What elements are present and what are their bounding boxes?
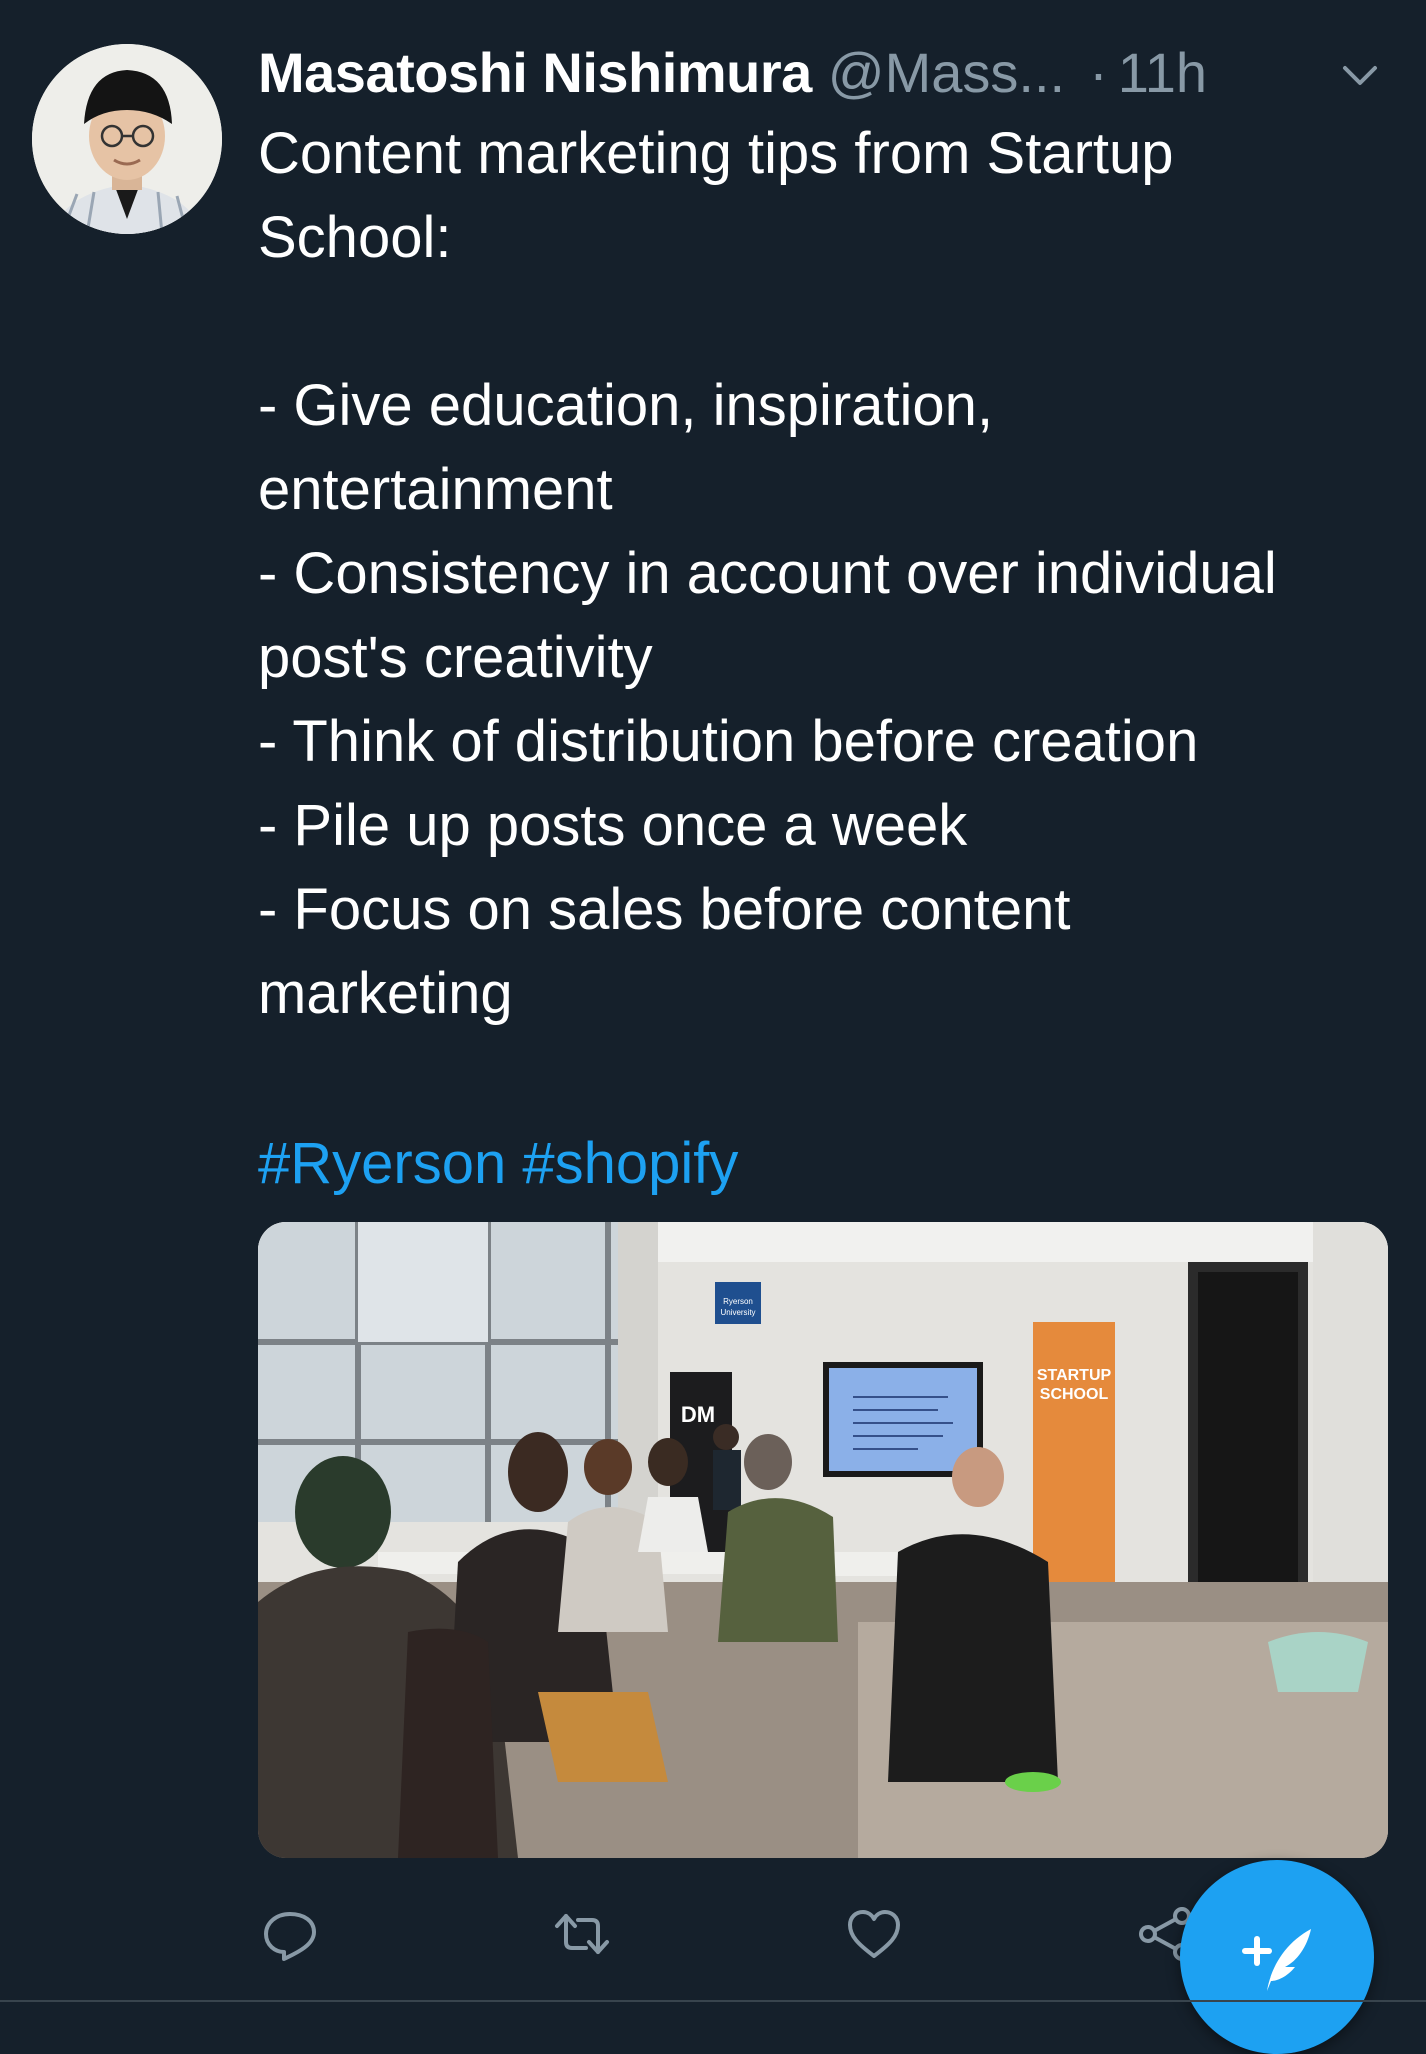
tweet-text-line: - Think of distribution before creation xyxy=(258,709,1199,774)
reply-button[interactable] xyxy=(250,1894,330,1974)
tweet-text-line: - Give education, inspiration, xyxy=(258,373,994,438)
tweet-text-line: entertainment xyxy=(258,457,613,522)
tweet-text-line: - Focus on sales before content xyxy=(258,877,1071,942)
tweet-text-line: - Consistency in account over individual xyxy=(258,541,1277,606)
tweet-text-line: Content marketing tips from Startup xyxy=(258,121,1174,186)
tweet-text-line: marketing xyxy=(258,961,513,1026)
reply-icon xyxy=(264,1912,316,1961)
profile-photo-image xyxy=(32,44,222,234)
tweet-timestamp[interactable]: 11h xyxy=(1118,40,1207,105)
svg-text:SCHOOL: SCHOOL xyxy=(1040,1386,1109,1403)
svg-text:Ryerson: Ryerson xyxy=(723,1297,753,1306)
hashtag-shopify[interactable]: #shopify xyxy=(522,1131,738,1196)
tweet-media-photo[interactable]: Ryerson University DM STARTUP SCHOOL xyxy=(258,1222,1388,1858)
author-display-name[interactable]: Masatoshi Nishimura xyxy=(258,40,812,105)
chevron-down-icon[interactable] xyxy=(1335,50,1385,100)
compose-tweet-icon xyxy=(1242,1929,1311,1991)
hashtag-row: #Ryerson #shopify xyxy=(258,1122,738,1206)
svg-text:University: University xyxy=(720,1308,755,1317)
tweet-text-line: - Pile up posts once a week xyxy=(258,793,968,858)
classroom-photo: Ryerson University DM STARTUP SCHOOL xyxy=(258,1222,1388,1858)
author-handle[interactable]: @Mass... xyxy=(828,40,1065,105)
heart-icon xyxy=(848,1910,900,1958)
tweet-divider xyxy=(0,2000,1426,2002)
tweet-header: Masatoshi Nishimura @Mass... · 11h xyxy=(258,36,1408,108)
tweet-text: Content marketing tips from Startup Scho… xyxy=(258,112,1408,1036)
svg-text:STARTUP: STARTUP xyxy=(1037,1367,1112,1384)
header-separator: · xyxy=(1089,40,1108,104)
tweet-text-line: School: xyxy=(258,205,452,270)
svg-text:DM: DM xyxy=(681,1402,715,1427)
retweet-icon xyxy=(555,1914,609,1954)
tweet-card[interactable]: Masatoshi Nishimura @Mass... · 11h Conte… xyxy=(0,0,1426,2054)
tweet-text-line: post's creativity xyxy=(258,625,653,690)
author-avatar[interactable] xyxy=(32,44,222,234)
retweet-button[interactable] xyxy=(542,1894,622,1974)
like-button[interactable] xyxy=(834,1894,914,1974)
hashtag-ryerson[interactable]: #Ryerson xyxy=(258,1131,506,1196)
